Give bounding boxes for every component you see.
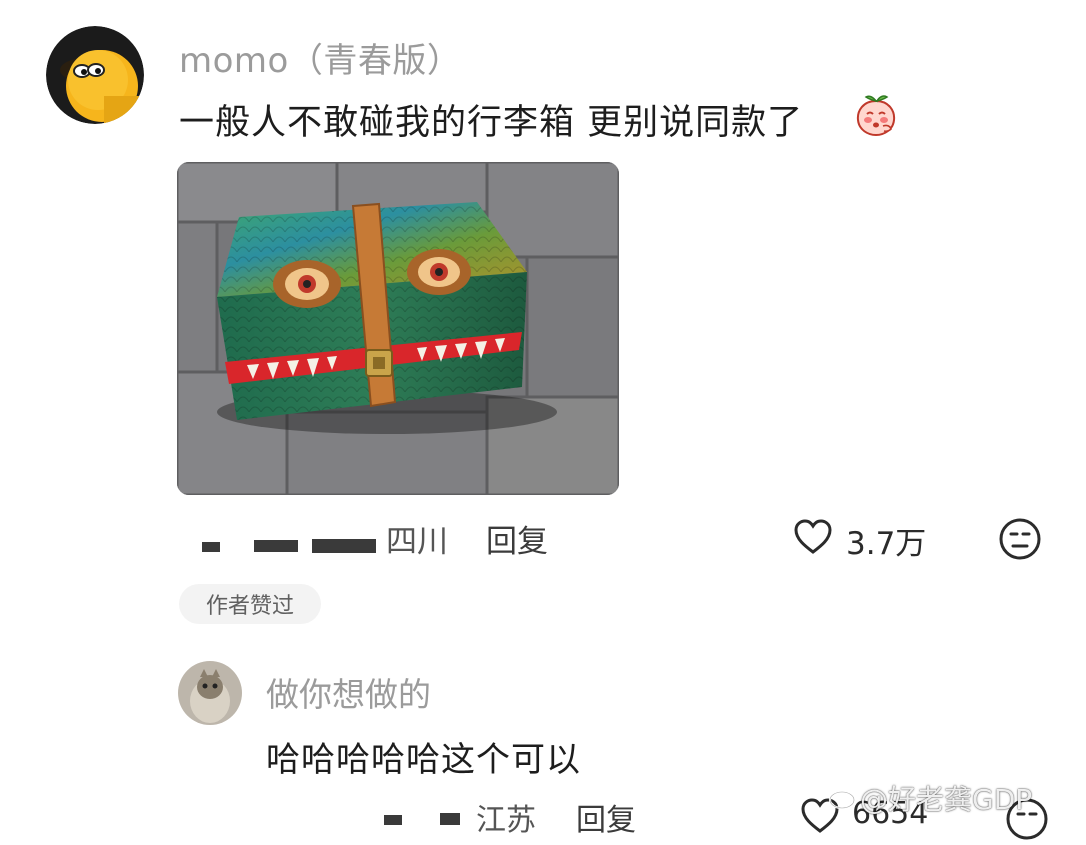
like-count: 3.7万: [846, 526, 927, 562]
blurred-ip-placeholder: [384, 810, 464, 825]
watermark-text: @好老龚GDP: [860, 783, 1033, 816]
weibo-logo-icon: [828, 781, 860, 811]
reply-location-label: 江苏: [476, 803, 536, 838]
peach-face-emoji-icon: [853, 92, 899, 138]
username[interactable]: momo（青春版）: [179, 33, 461, 82]
dislike-face-icon[interactable]: [998, 517, 1042, 561]
comment-text: 一般人不敢碰我的行李箱 更别说同款了: [179, 103, 804, 143]
blurred-ip-placeholder: [202, 538, 380, 553]
reply-comment-text: 哈哈哈哈哈这个可以: [266, 740, 581, 780]
reply-button[interactable]: 回复: [486, 516, 548, 561]
location-label: 四川: [386, 524, 448, 560]
reply-user-avatar[interactable]: [178, 661, 242, 725]
heart-icon[interactable]: [793, 518, 833, 556]
author-liked-badge: 作者赞过: [179, 584, 321, 624]
user-avatar[interactable]: [46, 26, 144, 124]
comment-image[interactable]: [177, 162, 619, 495]
reply-username[interactable]: 做你想做的: [266, 668, 431, 716]
reply-reply-button[interactable]: 回复: [576, 795, 636, 839]
